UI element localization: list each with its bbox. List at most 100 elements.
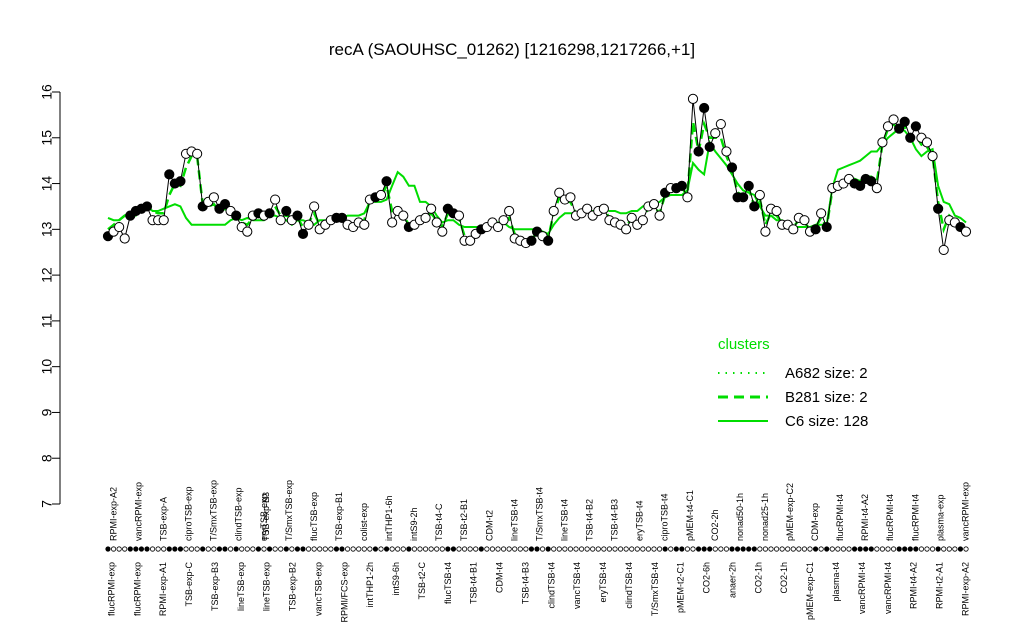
x-tick-label-top: plasma-exp [935, 494, 945, 541]
rug-point [617, 546, 624, 552]
rug-point [946, 546, 952, 552]
rug-point [194, 546, 200, 552]
x-tick-label-top: T/SmxTSB-exp [284, 480, 294, 541]
legend-label-c6: C6 size: 128 [785, 413, 868, 430]
x-tick-label-bottom: clindTSB-t4 [624, 562, 634, 609]
y-tick-label: 10 [39, 359, 55, 375]
y-tick-label: 7 [39, 500, 55, 508]
x-tick-label-bottom: vancTSB-t4 [572, 562, 582, 609]
data-point [114, 221, 125, 233]
rug-point [941, 546, 947, 552]
data-point [275, 215, 286, 226]
data-point [905, 132, 916, 143]
rug-point [545, 546, 551, 552]
rug-point [740, 546, 746, 552]
data-point [749, 201, 760, 212]
data-point [743, 180, 754, 191]
x-tick-label-bottom: eryTSB-t4 [598, 562, 608, 603]
rug-point [918, 546, 925, 552]
rug-point [807, 546, 813, 552]
data-point [270, 194, 281, 205]
rug-point [757, 546, 763, 552]
data-point [621, 224, 632, 235]
rug-point [127, 546, 133, 552]
x-tick-label-bottom: pMEM-exp-C1 [805, 562, 815, 620]
rug-point [317, 546, 323, 552]
rug-point [333, 546, 340, 552]
data-point [877, 137, 888, 148]
data-point [164, 169, 175, 180]
legend-title: clusters [718, 336, 770, 353]
rug-point [378, 546, 384, 552]
rug-point [512, 546, 518, 552]
data-point [704, 141, 715, 153]
rug-point [768, 546, 774, 552]
y-tick-label: 12 [39, 267, 55, 283]
rug-point [590, 546, 596, 552]
x-tick-label-top: ciproTSB-t4 [660, 493, 670, 541]
rug-point [885, 546, 891, 552]
x-tick-label-top: CDM-t2 [484, 510, 494, 541]
rug-point [935, 546, 941, 552]
rug-point [161, 546, 167, 552]
data-point [598, 203, 609, 214]
data-point [821, 221, 832, 233]
x-tick-label-bottom: RPMI-t2-A1 [934, 562, 944, 609]
rug-point [902, 546, 908, 552]
rug-point [434, 546, 440, 552]
x-tick-label-bottom: CO2-1h [753, 562, 763, 594]
rug-point [723, 546, 730, 552]
data-point [726, 162, 738, 173]
rug-point [656, 546, 663, 552]
x-tick-label-bottom: vancRPMI-t4 [857, 562, 867, 614]
rug-point [105, 546, 111, 552]
data-point [375, 189, 387, 201]
rug-point [907, 546, 913, 552]
x-tick-label-bottom: CO2-6h [702, 562, 712, 594]
data-point [420, 212, 431, 223]
rug-point [812, 546, 819, 552]
x-tick-label-top: pMEM-exp-C2 [785, 483, 795, 541]
rug-point [562, 546, 568, 552]
data-point [715, 118, 726, 130]
rug-point [840, 546, 847, 552]
y-tick-label: 15 [39, 130, 55, 146]
rug-point [456, 546, 462, 552]
data-point [676, 180, 687, 191]
rug-point [879, 546, 886, 552]
rug-point [383, 546, 390, 552]
x-tick-label-top: TSB-exp-A [158, 497, 168, 541]
rug-point [640, 546, 646, 552]
data-point [871, 183, 882, 194]
rug-point [166, 546, 172, 552]
x-tick-label-top: TSB-exp-B1 [334, 492, 344, 541]
data-point [738, 192, 749, 203]
rug-point [356, 546, 362, 552]
rug-point [400, 546, 406, 552]
rug-point [350, 546, 356, 552]
y-tick-label: 8 [39, 454, 55, 462]
data-point [141, 201, 153, 212]
rug-point [729, 546, 735, 552]
data-points [102, 93, 972, 256]
x-tick-label-top: T/SmxTSB-exp [209, 480, 219, 541]
rug-point [283, 546, 289, 552]
rug-point [701, 546, 707, 552]
rug-point [450, 546, 457, 552]
x-tick-label-top: lineTSB-t4 [509, 499, 519, 541]
rug-point [506, 546, 512, 552]
rug-point [439, 546, 445, 552]
chart-title: recA (SAOUHSC_01262) [1216298,1217266,+1… [329, 40, 695, 59]
rug-point [155, 546, 161, 552]
rug-point [523, 546, 529, 552]
data-point [292, 210, 303, 221]
x-tick-label-top: flucRPMI-t4 [910, 494, 920, 541]
x-tick-label-top: colist-exp [359, 503, 369, 541]
rug-point [278, 546, 284, 552]
rug-point [796, 546, 802, 552]
rug-point [467, 546, 473, 552]
rug-point [668, 546, 674, 552]
rug-point [567, 546, 574, 552]
data-point [208, 192, 219, 203]
x-axis-labels-bottom: flucRPMI-exp flucRPMI-exp RPMI-exp-A1 TSB-e… [106, 561, 970, 622]
